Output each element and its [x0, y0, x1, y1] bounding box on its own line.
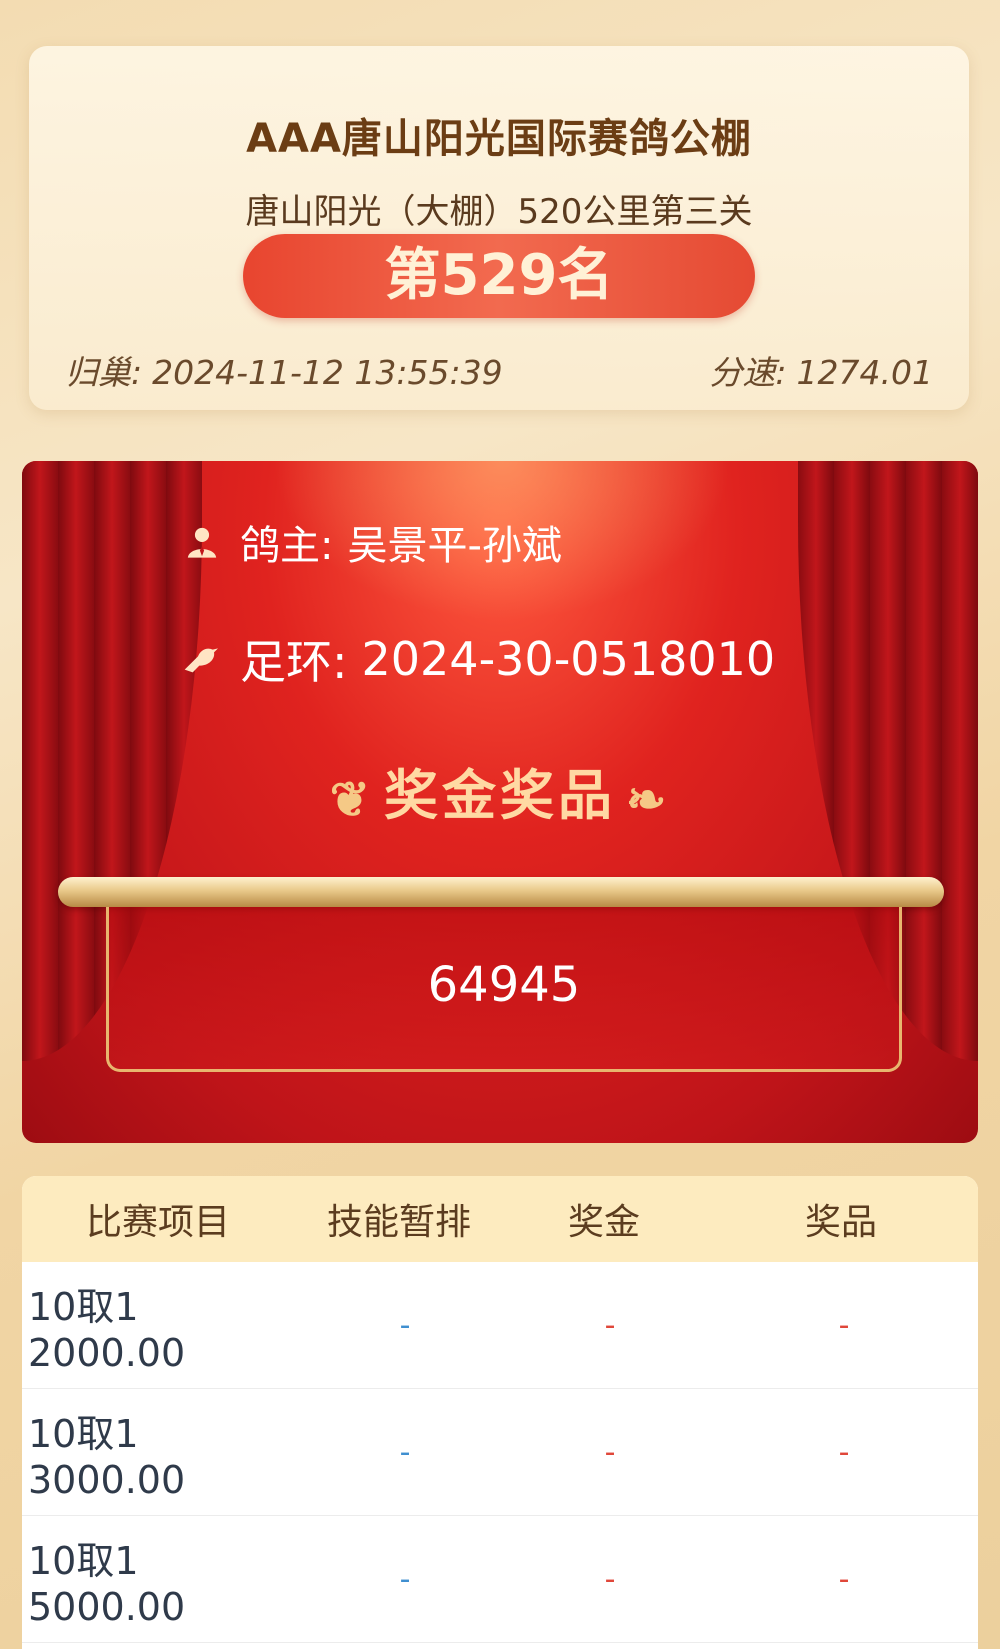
- header-prize: 奖品: [804, 1202, 877, 1243]
- ring-line: 足环: 2024-30-0518010: [182, 626, 775, 692]
- cell-rank: -: [399, 1307, 411, 1343]
- cell-bonus: -: [604, 1434, 616, 1470]
- laurel-icon: ❧: [626, 771, 671, 828]
- owner-label: 鸽主:: [240, 523, 334, 569]
- prize-amount: 64945: [427, 957, 581, 1013]
- table-row: 10取1 2000.00 - - -: [22, 1262, 978, 1389]
- table-row: 10取1 5000.00 - - -: [22, 1516, 978, 1643]
- ring-label: 足环:: [240, 635, 348, 689]
- cell-prize: -: [838, 1434, 850, 1470]
- header-bonus: 奖金: [567, 1202, 640, 1243]
- cell-bonus: -: [604, 1307, 616, 1343]
- prize-stage: 鸽主: 吴景平-孙斌 足环: 2024-30-0518010 ❦ 奖金奖品 ❧ 64…: [22, 461, 978, 1143]
- cell-rank: -: [399, 1561, 411, 1597]
- cell-rank: -: [399, 1434, 411, 1470]
- prize-title-text: 奖金奖品: [384, 763, 616, 827]
- table-row: 10取1 3000.00 - - -: [22, 1389, 978, 1516]
- speed: 分速: 1274.01: [709, 346, 933, 394]
- table-header: 比赛项目 技能暂排 奖金 奖品: [22, 1176, 978, 1262]
- return-time-label: 归巢:: [65, 353, 143, 392]
- ring-number: 2024-30-0518010: [361, 632, 776, 686]
- cell-bonus: -: [604, 1561, 616, 1597]
- result-card: AAA唐山阳光国际赛鸽公棚 唐山阳光（大棚）520公里第三关 第529名 归巢:…: [29, 46, 969, 410]
- return-time: 归巢: 2024-11-12 13:55:39: [65, 346, 503, 394]
- prize-scroll: 64945: [106, 907, 902, 1072]
- speed-value: 1274.01: [796, 353, 933, 392]
- prize-title: ❦ 奖金奖品 ❧: [22, 751, 978, 830]
- race-name: 唐山阳光（大棚）520公里第三关: [245, 192, 753, 232]
- return-time-value: 2024-11-12 13:55:39: [152, 353, 503, 392]
- pigeon-icon: [182, 639, 222, 679]
- cell-item: 10取1 5000.00: [28, 1538, 186, 1629]
- owner-name: 吴景平-孙斌: [347, 523, 562, 569]
- laurel-icon: ❦: [329, 771, 374, 828]
- prize-table: 比赛项目 技能暂排 奖金 奖品 10取1 2000.00 - - - 10取1 …: [22, 1176, 978, 1649]
- speed-label: 分速:: [709, 353, 787, 392]
- rank-badge: 第529名: [243, 234, 755, 318]
- cell-item: 10取1 2000.00: [28, 1284, 186, 1375]
- cell-prize: -: [838, 1561, 850, 1597]
- cell-item: 10取1 3000.00: [28, 1411, 186, 1502]
- club-name: AAA唐山阳光国际赛鸽公棚: [246, 116, 752, 162]
- cell-prize: -: [838, 1307, 850, 1343]
- header-rank: 技能暂排: [326, 1202, 471, 1243]
- scroll-rod: [58, 877, 944, 907]
- person-icon: [182, 522, 222, 562]
- owner-line: 鸽主: 吴景平-孙斌: [182, 513, 562, 571]
- header-item: 比赛项目: [85, 1202, 230, 1243]
